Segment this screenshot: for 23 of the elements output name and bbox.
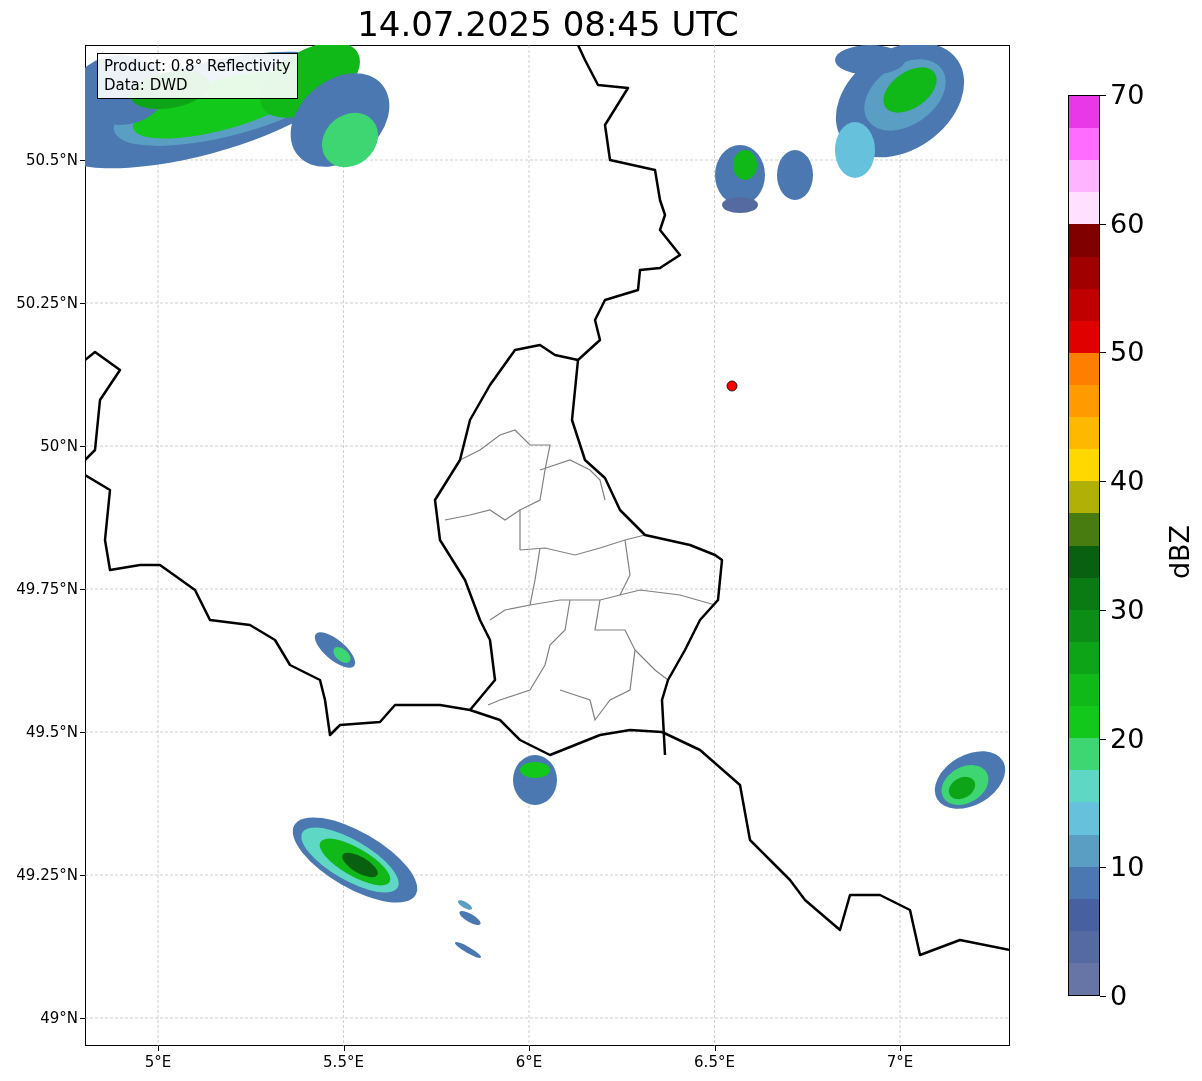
latitude-label: 49.75°N [16, 580, 78, 598]
longitude-label: 5°E [143, 1053, 173, 1071]
longitude-label: 5.5°E [322, 1053, 365, 1071]
legend-text: Product: 0.8° Reflectivity [104, 57, 291, 76]
colorbar-tick-label: 60 [1110, 207, 1145, 240]
colorbar-tick-label: 40 [1110, 465, 1145, 498]
colorbar-tick-label: 10 [1110, 851, 1145, 884]
longitude-label: 6°E [514, 1053, 544, 1071]
longitude-label: 7°E [885, 1053, 915, 1071]
colorbar-tick-label: 20 [1110, 722, 1145, 755]
colorbar-tick-label: 0 [1110, 980, 1128, 1012]
colorbar-tick-label: 50 [1110, 336, 1145, 369]
figure-title: 14.07.2025 08:45 UTC [356, 3, 740, 46]
latitude-label: 50.25°N [16, 294, 78, 312]
latitude-label: 49°N [40, 1009, 78, 1027]
latitude-label: 49.25°N [16, 866, 78, 884]
colorbar-tick-label: 70 [1110, 79, 1145, 111]
longitude-label: 6.5°E [693, 1053, 736, 1071]
legend-text: Data: DWD [104, 76, 189, 95]
colorbar-tick-label: 30 [1110, 593, 1145, 626]
latitude-label: 50.5°N [25, 151, 78, 169]
latitude-label: 50°N [40, 437, 78, 455]
latitude-label: 49.5°N [25, 723, 78, 741]
